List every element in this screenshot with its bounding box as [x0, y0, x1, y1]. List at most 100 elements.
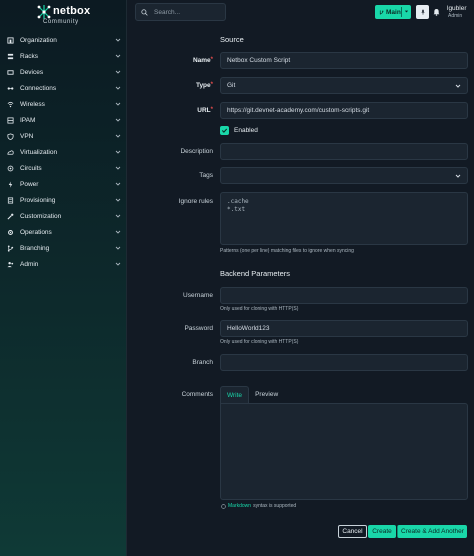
pin-button[interactable]	[416, 5, 429, 19]
sidebar-item-branching[interactable]: Branching	[0, 240, 127, 256]
user-role: Admin	[448, 13, 463, 19]
description-label: Description	[180, 148, 213, 155]
chevron-down-icon	[115, 149, 121, 155]
sidebar-item-power[interactable]: Power	[0, 176, 127, 192]
user-name[interactable]: lgubler	[447, 5, 467, 12]
sidebar-item-admin[interactable]: Admin	[0, 256, 127, 272]
chevron-down-icon	[115, 85, 121, 91]
racks-icon	[6, 52, 15, 61]
url-field[interactable]: https://git.devnet-academy.com/custom-sc…	[220, 102, 468, 119]
username-label: Username	[183, 292, 213, 299]
url-label: URL*	[133, 107, 213, 114]
tab-preview[interactable]: Preview	[249, 386, 284, 403]
sidebar-item-circuits[interactable]: Circuits	[0, 160, 127, 176]
password-label: Password	[184, 325, 213, 332]
chevron-down-icon	[115, 213, 121, 219]
wireless-icon	[6, 100, 15, 109]
sidebar-item-label: Branching	[20, 244, 50, 252]
password-value: HelloWorld123	[227, 325, 270, 332]
virtualization-icon	[6, 148, 15, 157]
comments-textarea[interactable]	[220, 403, 468, 500]
branch-field[interactable]	[220, 354, 468, 371]
sidebar-item-wireless[interactable]: Wireless	[0, 96, 127, 112]
brand-edition: Community	[43, 19, 79, 25]
ipam-icon	[6, 116, 15, 125]
enabled-label[interactable]: Enabled	[234, 127, 258, 134]
sidebar-item-label: Customization	[20, 212, 62, 220]
url-value: https://git.devnet-academy.com/custom-sc…	[227, 107, 370, 114]
customization-icon	[6, 212, 15, 221]
required-marker: *	[210, 82, 213, 88]
sidebar-item-virtualization[interactable]: Virtualization	[0, 144, 127, 160]
password-field[interactable]: HelloWorld123	[220, 320, 468, 337]
chevron-down-icon	[115, 261, 121, 267]
sidebar-item-label: Circuits	[20, 164, 42, 172]
chevron-down-icon	[115, 101, 121, 107]
comments-tabs: Write Preview	[220, 386, 284, 403]
branch-label: Main	[386, 8, 401, 16]
enabled-checkbox[interactable]	[220, 126, 229, 135]
branching-icon	[6, 244, 15, 253]
cancel-button[interactable]: Cancel	[338, 525, 367, 538]
sidebar-item-provisioning[interactable]: Provisioning	[0, 192, 127, 208]
markdown-link[interactable]: Markdown	[228, 503, 251, 509]
global-search[interactable]	[135, 3, 226, 21]
netbox-logo-icon	[36, 4, 52, 20]
branch-selector-button[interactable]: Main	[375, 5, 411, 19]
chevron-down-icon	[115, 53, 121, 59]
type-value: Git	[227, 82, 236, 89]
sidebar-item-racks[interactable]: Racks	[0, 48, 127, 64]
chevron-down-icon	[455, 174, 461, 178]
sidebar-item-devices[interactable]: Devices	[0, 64, 127, 80]
sidebar-item-label: Power	[20, 180, 39, 188]
netbox-logo[interactable]: netbox Community	[36, 4, 96, 28]
type-select[interactable]: Git	[220, 77, 468, 94]
sidebar-item-label: Admin	[20, 260, 39, 268]
connections-icon	[6, 84, 15, 93]
chevron-down-icon	[115, 181, 121, 187]
sidebar-item-label: Wireless	[20, 100, 45, 108]
username-field[interactable]	[220, 287, 468, 304]
ignore-rules-textarea[interactable]: .cache *.txt	[220, 192, 468, 245]
sidebar-item-customization[interactable]: Customization	[0, 208, 127, 224]
tags-select[interactable]	[220, 167, 468, 184]
description-field[interactable]	[220, 143, 468, 160]
sidebar-item-connections[interactable]: Connections	[0, 80, 127, 96]
markdown-note: Markdown syntax is supported	[221, 503, 296, 509]
chevron-down-icon	[115, 69, 121, 75]
operations-icon	[6, 228, 15, 237]
markdown-info-icon	[221, 503, 226, 509]
name-field[interactable]: Netbox Custom Script	[220, 52, 468, 69]
create-button[interactable]: Create	[368, 525, 396, 538]
tab-write[interactable]: Write	[220, 386, 250, 403]
branch-divider	[401, 7, 402, 17]
sidebar-item-ipam[interactable]: IPAM	[0, 112, 127, 128]
caret-down-icon	[404, 10, 409, 13]
brand-name: netbox	[53, 5, 91, 17]
required-marker: *	[210, 107, 213, 113]
type-label: Type*	[133, 82, 213, 89]
power-icon	[6, 180, 15, 189]
sidebar-item-organization[interactable]: Organization	[0, 32, 127, 48]
bell-icon[interactable]	[433, 8, 440, 16]
chevron-down-icon	[115, 245, 121, 251]
sidebar: netbox Community Organization Racks Devi…	[0, 0, 127, 556]
sidebar-nav: Organization Racks Devices Connections W…	[0, 32, 127, 272]
search-input[interactable]	[154, 8, 224, 16]
pin-icon	[420, 9, 425, 15]
ignore-rules-help: Patterns (one per line) matching files t…	[220, 248, 354, 254]
section-backend-title: Backend Parameters	[220, 269, 291, 278]
create-and-add-another-button[interactable]: Create & Add Another	[397, 525, 467, 538]
markdown-suffix: syntax is supported	[253, 503, 297, 509]
tags-label: Tags	[199, 172, 213, 179]
chevron-down-icon	[455, 84, 461, 88]
branch-icon	[379, 9, 384, 15]
sidebar-item-operations[interactable]: Operations	[0, 224, 127, 240]
provisioning-icon	[6, 196, 15, 205]
chevron-down-icon	[115, 197, 121, 203]
search-icon	[141, 8, 148, 16]
sidebar-item-vpn[interactable]: VPN	[0, 128, 127, 144]
sidebar-item-label: IPAM	[20, 116, 36, 124]
organization-icon	[6, 36, 15, 45]
comments-label: Comments	[181, 391, 213, 398]
